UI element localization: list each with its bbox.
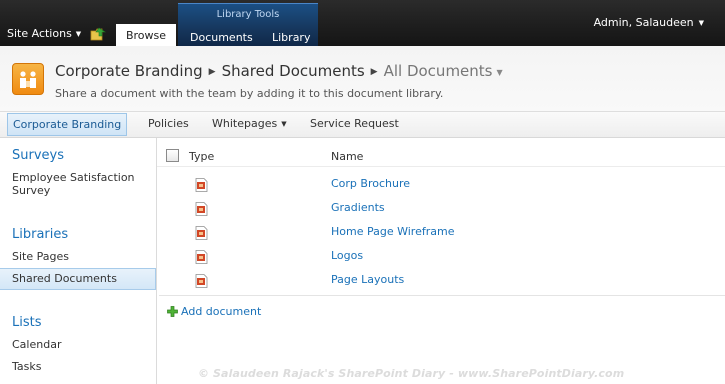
list-divider [159,295,725,296]
ql-heading-lists[interactable]: Lists [12,315,42,330]
tab-library[interactable]: Library [272,31,310,44]
add-document-label: Add document [181,305,262,318]
column-header-type[interactable]: Type [189,150,214,163]
user-menu[interactable]: Admin, Salaudeen ▼ [594,16,704,29]
list-header-row: Type Name [157,138,725,167]
triangle-right-icon: ▶ [208,67,216,77]
table-row[interactable]: Home Page Wireframe [157,220,725,244]
breadcrumb-library[interactable]: Shared Documents [222,62,365,80]
top-nav-whitepages-label: Whitepages [212,117,278,130]
ribbon-bar: Site Actions ▼ Browse Library Tools Docum… [0,0,725,47]
plus-icon [167,306,178,317]
triangle-right-icon: ▶ [370,67,378,77]
breadcrumb-site[interactable]: Corporate Branding [55,62,203,80]
title-area: Corporate Branding ▶ Shared Documents ▶ All … [0,46,725,112]
top-nav-whitepages[interactable]: Whitepages ▼ [212,112,287,137]
watermark-text: © Salaudeen Rajack's SharePoint Diary - … [198,367,625,380]
site-actions-menu[interactable]: Site Actions ▼ [7,27,81,40]
powerpoint-file-icon [195,274,208,288]
document-link[interactable]: Gradients [331,201,385,214]
powerpoint-file-icon [195,226,208,240]
tab-browse[interactable]: Browse [116,24,176,46]
ql-item-calendar[interactable]: Calendar [12,338,61,351]
ql-item-tasks[interactable]: Tasks [12,360,41,373]
page-description: Share a document with the team by adding… [55,87,444,100]
library-tools-group: Library Tools Documents Library [178,3,318,47]
document-link[interactable]: Page Layouts [331,273,404,286]
ql-item-employee-satisfaction-survey[interactable]: Employee Satisfaction Survey [12,171,147,197]
caret-down-icon: ▼ [281,120,287,128]
tab-documents[interactable]: Documents [190,31,253,44]
ql-heading-surveys[interactable]: Surveys [12,148,64,163]
table-row[interactable]: Logos [157,244,725,268]
ql-item-site-pages[interactable]: Site Pages [12,250,69,263]
quick-launch: Surveys Employee Satisfaction Survey Lib… [0,138,157,384]
document-link[interactable]: Corp Brochure [331,177,410,190]
folder-up-arrow-icon[interactable] [90,27,106,41]
people-logo-icon[interactable] [12,63,44,95]
view-selector[interactable]: All Documents ▼ [384,62,503,80]
powerpoint-file-icon [195,178,208,192]
current-view-label: All Documents [383,62,493,80]
table-row[interactable]: Corp Brochure [157,172,725,196]
user-name: Admin, Salaudeen [593,16,694,29]
top-navigation: Corporate Branding Policies Whitepages ▼ … [0,112,725,138]
document-link[interactable]: Logos [331,249,363,262]
powerpoint-file-icon [195,202,208,216]
caret-down-icon: ▼ [496,68,503,77]
document-library-view: Type Name Corp Brochure Gradients Home P… [157,138,725,384]
ql-heading-libraries[interactable]: Libraries [12,227,68,242]
breadcrumb: Corporate Branding ▶ Shared Documents ▶ All … [55,62,503,80]
top-nav-service-request[interactable]: Service Request [310,112,399,137]
top-nav-policies[interactable]: Policies [148,112,189,137]
table-row[interactable]: Gradients [157,196,725,220]
site-actions-label: Site Actions [7,27,72,40]
library-tools-label: Library Tools [216,9,280,20]
caret-down-icon: ▼ [698,19,704,27]
table-row[interactable]: Page Layouts [157,268,725,292]
ql-item-shared-documents[interactable]: Shared Documents [0,268,156,290]
select-all-checkbox[interactable] [166,149,179,162]
powerpoint-file-icon [195,250,208,264]
caret-down-icon: ▼ [75,30,82,38]
top-nav-corporate-branding[interactable]: Corporate Branding [7,113,128,136]
column-header-name[interactable]: Name [331,150,363,163]
document-link[interactable]: Home Page Wireframe [331,225,454,238]
